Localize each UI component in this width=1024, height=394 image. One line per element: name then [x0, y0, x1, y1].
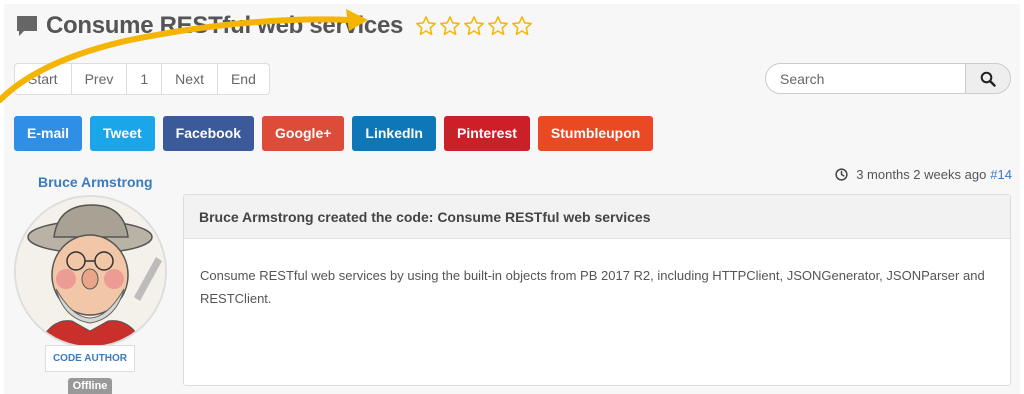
star-icon[interactable]: [511, 15, 533, 37]
post-header: Bruce Armstrong created the code: Consum…: [184, 195, 1010, 239]
comment-icon: [17, 16, 37, 36]
star-icon[interactable]: [415, 15, 437, 37]
author-name[interactable]: Bruce Armstrong: [38, 174, 153, 190]
share-google-button[interactable]: Google+: [262, 116, 345, 151]
avatar-caricature-image: [16, 197, 165, 346]
post-box: Bruce Armstrong created the code: Consum…: [183, 194, 1011, 386]
share-linkedin-button[interactable]: LinkedIn: [352, 116, 436, 151]
title-row: Consume RESTful web services: [14, 10, 535, 42]
search-button[interactable]: [965, 63, 1011, 94]
post-body: Consume RESTful web services by using th…: [200, 268, 985, 306]
pagination-next-button[interactable]: Next: [162, 64, 218, 94]
search-icon: [980, 71, 996, 87]
share-facebook-button[interactable]: Facebook: [162, 116, 255, 151]
share-tweet-button[interactable]: Tweet: [90, 116, 155, 151]
rating-stars[interactable]: [415, 15, 535, 37]
share-stumbleupon-button[interactable]: Stumbleupon: [537, 116, 654, 151]
author-role-badge: CODE AUTHOR: [45, 345, 135, 372]
share-buttons: E-mail Tweet Facebook Google+ LinkedIn Pinter…: [14, 116, 661, 151]
post-meta: 3 months 2 weeks ago #14: [835, 167, 1012, 182]
post-time: 3 months 2 weeks ago: [856, 167, 987, 182]
search-input[interactable]: [765, 63, 965, 94]
star-icon[interactable]: [463, 15, 485, 37]
status-badge: Offline: [68, 378, 112, 394]
pagination-1-button[interactable]: 1: [127, 64, 163, 94]
avatar[interactable]: [14, 195, 167, 348]
clock-icon: [835, 168, 848, 181]
pagination-start-button[interactable]: Start: [15, 64, 72, 94]
pagination: Start Prev 1 Next End: [14, 63, 270, 95]
share-pinterest-button[interactable]: Pinterest: [443, 116, 530, 151]
star-icon[interactable]: [487, 15, 509, 37]
pagination-end-button[interactable]: End: [218, 64, 269, 94]
star-icon[interactable]: [439, 15, 461, 37]
search-box: [765, 63, 1011, 94]
page-title: Consume RESTful web services: [46, 12, 404, 39]
post-permalink[interactable]: #14: [990, 167, 1012, 182]
pagination-prev-button[interactable]: Prev: [72, 64, 128, 94]
share-email-button[interactable]: E-mail: [14, 116, 83, 151]
